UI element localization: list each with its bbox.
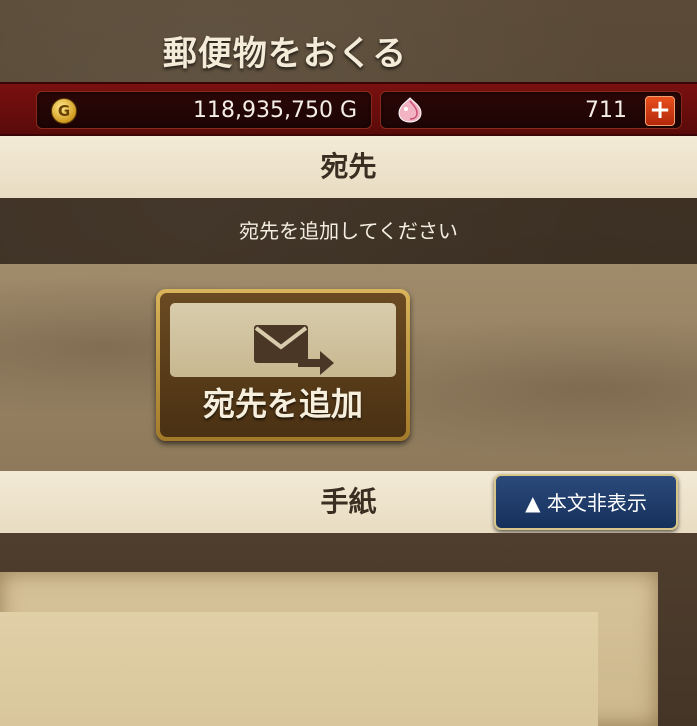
destination-prompt: 宛先を追加してください	[0, 198, 697, 264]
coin-icon: G	[51, 98, 77, 124]
hide-body-button[interactable]: ▲ 本文非表示	[494, 474, 678, 530]
gem-icon	[398, 97, 422, 123]
gold-amount: 118,935,750 G	[192, 98, 357, 123]
currency-bar: G 118,935,750 G 711 +	[0, 82, 697, 136]
gem-amount: 711	[585, 98, 627, 123]
page-title: 郵便物をおくる	[162, 34, 408, 74]
add-destination-button-face: 宛先を追加	[160, 293, 406, 437]
add-destination-icon-panel	[170, 303, 396, 377]
letter-body-field[interactable]	[0, 612, 598, 726]
add-destination-button[interactable]: 宛先を追加	[156, 289, 410, 441]
gold-display: G 118,935,750 G	[36, 91, 372, 129]
add-destination-label: 宛先を追加	[202, 385, 363, 423]
add-gems-button[interactable]: +	[645, 96, 675, 126]
gem-display: 711 +	[380, 91, 682, 129]
mail-send-icon	[254, 325, 334, 375]
destination-header: 宛先	[0, 136, 697, 198]
